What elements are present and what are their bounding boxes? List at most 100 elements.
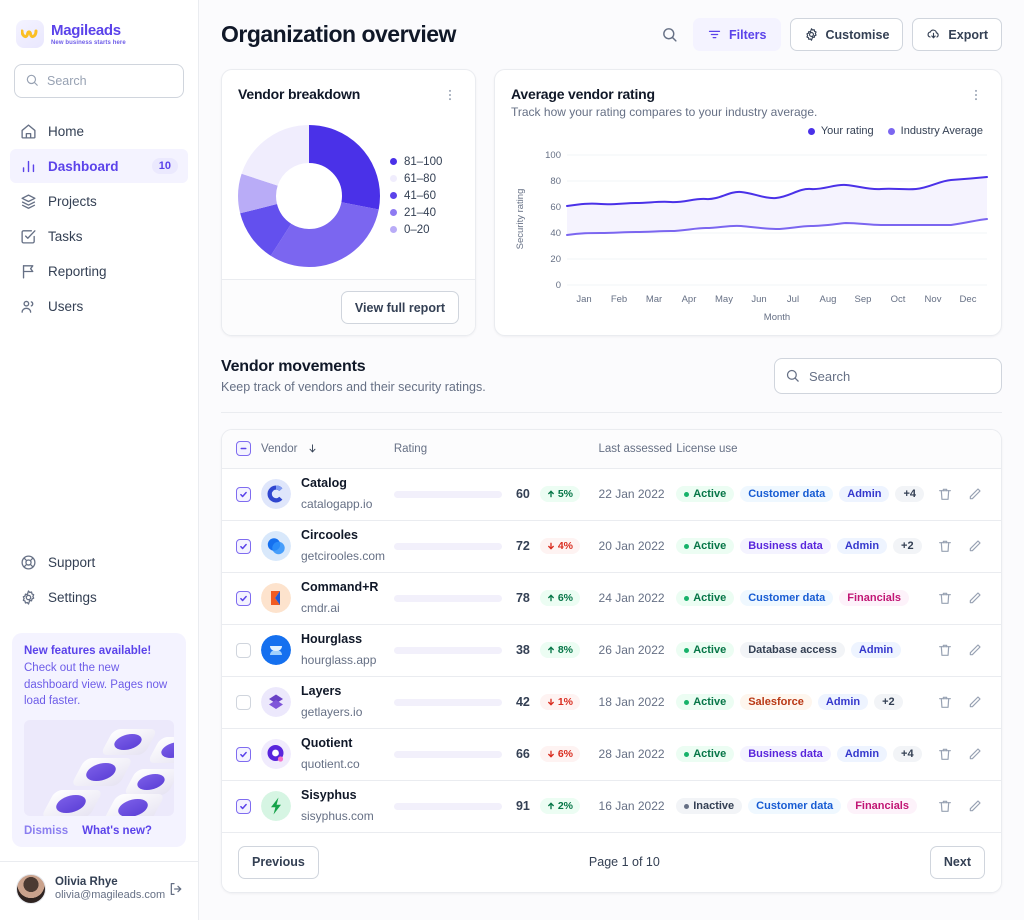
rating-bar <box>394 751 502 758</box>
column-rating[interactable]: Rating <box>394 430 599 468</box>
sidebar-item-users[interactable]: Users <box>10 289 188 323</box>
rating-delta: 2% <box>540 798 580 814</box>
sidebar-item-tasks[interactable]: Tasks <box>10 219 188 253</box>
customise-button[interactable]: Customise <box>790 18 904 51</box>
legend-dot-icon <box>390 175 397 182</box>
svg-text:80: 80 <box>550 176 561 187</box>
line-chart: 100 80 60 40 20 0 <box>495 137 1001 335</box>
column-label: Rating <box>394 443 427 455</box>
delta-value: 6% <box>558 748 573 760</box>
pencil-icon[interactable] <box>967 590 983 606</box>
table-row[interactable]: Layers getlayers.io 42 <box>222 676 1001 728</box>
trash-icon[interactable] <box>937 590 953 606</box>
vendor-url: getcirooles.com <box>301 549 385 563</box>
dots-vertical-icon[interactable] <box>967 86 985 104</box>
sidebar-item-reporting[interactable]: Reporting <box>10 254 188 288</box>
rating-bar <box>394 647 502 654</box>
svg-text:Aug: Aug <box>820 294 837 305</box>
filters-button[interactable]: Filters <box>693 18 781 51</box>
trash-icon[interactable] <box>937 486 953 502</box>
vendor-url: catalogapp.io <box>301 497 372 511</box>
table-body: Catalog catalogapp.io 60 <box>222 468 1001 832</box>
status-badge: Active <box>676 590 734 606</box>
page-title: Organization overview <box>221 21 655 48</box>
svg-text:May: May <box>715 294 733 305</box>
sidebar-item-projects[interactable]: Projects <box>10 184 188 218</box>
row-checkbox[interactable] <box>236 799 251 814</box>
license-tag: Business data <box>740 538 831 554</box>
main-content: Organization overview Filters <box>199 0 1024 920</box>
brand-logo[interactable]: Magileads New business starts here <box>0 0 198 48</box>
column-last-assessed[interactable]: Last assessed <box>599 430 677 468</box>
user-profile[interactable]: Olivia Rhye olivia@magileads.com <box>0 861 198 920</box>
license-tag: Admin <box>818 694 868 710</box>
pencil-icon[interactable] <box>967 694 983 710</box>
table-row[interactable]: Hourglass hourglass.app 38 <box>222 624 1001 676</box>
next-page-button[interactable]: Next <box>930 846 985 879</box>
sidebar-item-dashboard[interactable]: Dashboard 10 <box>10 149 188 183</box>
legend-label: Your rating <box>821 125 874 137</box>
previous-page-button[interactable]: Previous <box>238 846 319 879</box>
trash-icon[interactable] <box>937 642 953 658</box>
trash-icon[interactable] <box>937 798 953 814</box>
whats-new-button[interactable]: What's new? <box>82 825 152 837</box>
table-row[interactable]: Command+R cmdr.ai 78 6 <box>222 572 1001 624</box>
search-icon[interactable] <box>655 20 684 49</box>
sidebar-item-home[interactable]: Home <box>10 114 188 148</box>
delta-value: 6% <box>558 592 573 604</box>
vendor-url: hourglass.app <box>301 653 376 667</box>
row-checkbox[interactable] <box>236 487 251 502</box>
table-row[interactable]: Sisyphus sisyphus.com 91 <box>222 780 1001 832</box>
logout-icon[interactable] <box>168 881 184 897</box>
catalog-logo <box>261 479 291 509</box>
table-header: Vendor Rating <box>222 430 1001 468</box>
user-email: olivia@magileads.com <box>55 889 159 903</box>
search-input[interactable] <box>14 64 184 98</box>
legend-item: 0–20 <box>390 224 442 236</box>
home-icon <box>20 123 37 140</box>
row-checkbox[interactable] <box>236 747 251 762</box>
rating-delta: 8% <box>540 642 580 658</box>
sidebar: Magileads New business starts here Home <box>0 0 199 920</box>
rating-bar <box>394 543 502 550</box>
pencil-icon[interactable] <box>967 538 983 554</box>
pencil-icon[interactable] <box>967 798 983 814</box>
row-checkbox[interactable] <box>236 591 251 606</box>
sidebar-item-settings[interactable]: Settings <box>10 581 188 615</box>
sidebar-item-support[interactable]: Support <box>10 546 188 580</box>
select-all-checkbox[interactable] <box>236 441 251 456</box>
promo-title: New features available! <box>24 645 174 657</box>
svg-text:Sep: Sep <box>855 294 872 305</box>
last-assessed: 24 Jan 2022 <box>599 591 665 605</box>
pencil-icon[interactable] <box>967 486 983 502</box>
view-full-report-button[interactable]: View full report <box>341 291 459 324</box>
dots-vertical-icon[interactable] <box>441 86 459 104</box>
trash-icon[interactable] <box>937 694 953 710</box>
line-chart-legend: Your rating Industry Average <box>495 119 1001 137</box>
trash-icon[interactable] <box>937 746 953 762</box>
last-assessed: 18 Jan 2022 <box>599 695 665 709</box>
row-checkbox[interactable] <box>236 643 251 658</box>
license-tag: Financials <box>847 798 917 814</box>
pencil-icon[interactable] <box>967 746 983 762</box>
vendor-name: Circooles <box>301 528 358 542</box>
rating-delta: 4% <box>540 538 580 554</box>
column-license-use[interactable]: License use <box>676 430 924 468</box>
legend-dot-icon <box>390 209 397 216</box>
row-checkbox[interactable] <box>236 695 251 710</box>
dismiss-button[interactable]: Dismiss <box>24 825 68 837</box>
export-button[interactable]: Export <box>912 18 1002 51</box>
table-row[interactable]: Circooles getcirooles.com 72 <box>222 520 1001 572</box>
trash-icon[interactable] <box>937 538 953 554</box>
svg-text:0: 0 <box>556 280 561 291</box>
pencil-icon[interactable] <box>967 642 983 658</box>
legend-label: 61–80 <box>404 173 436 185</box>
table-row[interactable]: Catalog catalogapp.io 60 <box>222 468 1001 520</box>
column-vendor[interactable]: Vendor <box>222 430 394 468</box>
row-checkbox[interactable] <box>236 539 251 554</box>
sidebar-item-label: Dashboard <box>48 159 141 174</box>
rating-value: 78 <box>512 591 530 605</box>
table-search-input[interactable] <box>774 358 1002 394</box>
table-row[interactable]: Quotient quotient.co 66 <box>222 728 1001 780</box>
promo-body: Check out the new dashboard view. Pages … <box>24 660 174 710</box>
